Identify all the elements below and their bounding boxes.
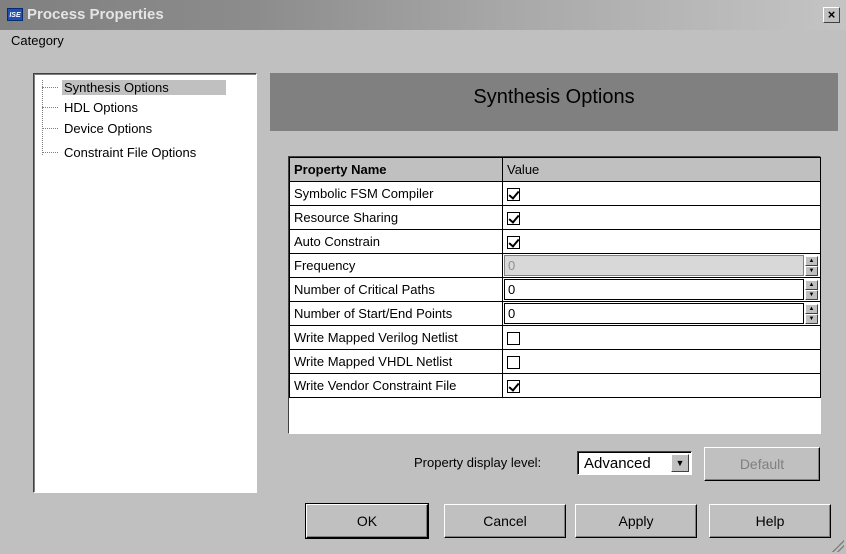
- property-name: Auto Constrain: [289, 229, 503, 254]
- auto-constrain-checkbox[interactable]: [507, 236, 520, 250]
- tree-item-label: Synthesis Options: [62, 79, 226, 95]
- ok-button[interactable]: OK: [306, 504, 428, 538]
- panel-title: Synthesis Options: [473, 86, 635, 108]
- frequency-input: 0: [504, 255, 804, 276]
- property-row: Resource Sharing: [289, 205, 821, 230]
- write-vendor-constraint-file-checkbox[interactable]: [507, 380, 520, 394]
- spin-down-icon[interactable]: ▼: [805, 314, 818, 324]
- tree-item-hdl-options[interactable]: HDL Options: [40, 98, 140, 116]
- property-row: Auto Constrain: [289, 229, 821, 254]
- chevron-down-icon[interactable]: ▼: [671, 454, 689, 472]
- column-header-property-name: Property Name: [289, 157, 503, 182]
- property-row: Number of Start/End Points 0 ▲ ▼: [289, 301, 821, 326]
- spin-down-icon[interactable]: ▼: [805, 290, 818, 300]
- property-grid[interactable]: Property Name Value Symbolic FSM Compile…: [288, 156, 821, 434]
- app-icon: ISE: [7, 8, 23, 21]
- frequency-spinner: ▲ ▼: [805, 256, 818, 276]
- property-row: Number of Critical Paths 0 ▲ ▼: [289, 277, 821, 302]
- spin-up-icon: ▲: [805, 256, 818, 266]
- tree-item-synthesis-options[interactable]: Synthesis Options: [40, 78, 226, 96]
- start-end-points-spinner[interactable]: ▲ ▼: [805, 304, 818, 324]
- close-button[interactable]: ×: [823, 7, 840, 23]
- panel-header: Synthesis Options: [270, 73, 838, 131]
- property-name: Write Vendor Constraint File: [289, 373, 503, 398]
- tree-item-constraint-file-options[interactable]: Constraint File Options: [40, 143, 198, 161]
- resize-grip-icon[interactable]: [832, 540, 844, 552]
- property-name: Write Mapped Verilog Netlist: [289, 325, 503, 350]
- tree-item-label: HDL Options: [64, 99, 138, 115]
- property-name: Number of Critical Paths: [289, 277, 503, 302]
- spin-up-icon[interactable]: ▲: [805, 280, 818, 290]
- property-name: Write Mapped VHDL Netlist: [289, 349, 503, 374]
- spin-down-icon: ▼: [805, 266, 818, 276]
- property-name: Frequency: [289, 253, 503, 278]
- display-level-select[interactable]: Advanced ▼: [577, 451, 692, 475]
- spin-up-icon[interactable]: ▲: [805, 304, 818, 314]
- display-level-value: Advanced: [584, 455, 651, 472]
- property-row: Write Mapped VHDL Netlist: [289, 349, 821, 374]
- property-row: Write Mapped Verilog Netlist: [289, 325, 821, 350]
- category-tree[interactable]: Synthesis Options HDL Options Device Opt…: [33, 73, 257, 493]
- tree-item-label: Device Options: [64, 120, 153, 136]
- window-title: Process Properties: [27, 6, 164, 23]
- property-name: Symbolic FSM Compiler: [289, 181, 503, 206]
- apply-button[interactable]: Apply: [575, 504, 697, 538]
- critical-paths-input[interactable]: 0: [504, 279, 804, 300]
- title-bar[interactable]: ISE Process Properties ×: [0, 0, 846, 30]
- category-label: Category: [11, 33, 64, 48]
- property-name: Number of Start/End Points: [289, 301, 503, 326]
- property-row: Symbolic FSM Compiler: [289, 181, 821, 206]
- display-level-label: Property display level:: [414, 455, 542, 470]
- tree-item-device-options[interactable]: Device Options: [40, 119, 154, 137]
- property-row: Write Vendor Constraint File: [289, 373, 821, 398]
- write-mapped-verilog-netlist-checkbox[interactable]: [507, 332, 520, 346]
- write-mapped-vhdl-netlist-checkbox[interactable]: [507, 356, 520, 370]
- critical-paths-spinner[interactable]: ▲ ▼: [805, 280, 818, 300]
- cancel-button[interactable]: Cancel: [444, 504, 566, 538]
- help-button[interactable]: Help: [709, 504, 831, 538]
- property-name: Resource Sharing: [289, 205, 503, 230]
- start-end-points-input[interactable]: 0: [504, 303, 804, 324]
- column-header-value: Value: [502, 157, 821, 182]
- resource-sharing-checkbox[interactable]: [507, 212, 520, 226]
- symbolic-fsm-compiler-checkbox[interactable]: [507, 188, 520, 202]
- default-button: Default: [704, 447, 820, 481]
- property-row: Frequency 0 ▲ ▼: [289, 253, 821, 278]
- tree-item-label: Constraint File Options: [64, 144, 197, 160]
